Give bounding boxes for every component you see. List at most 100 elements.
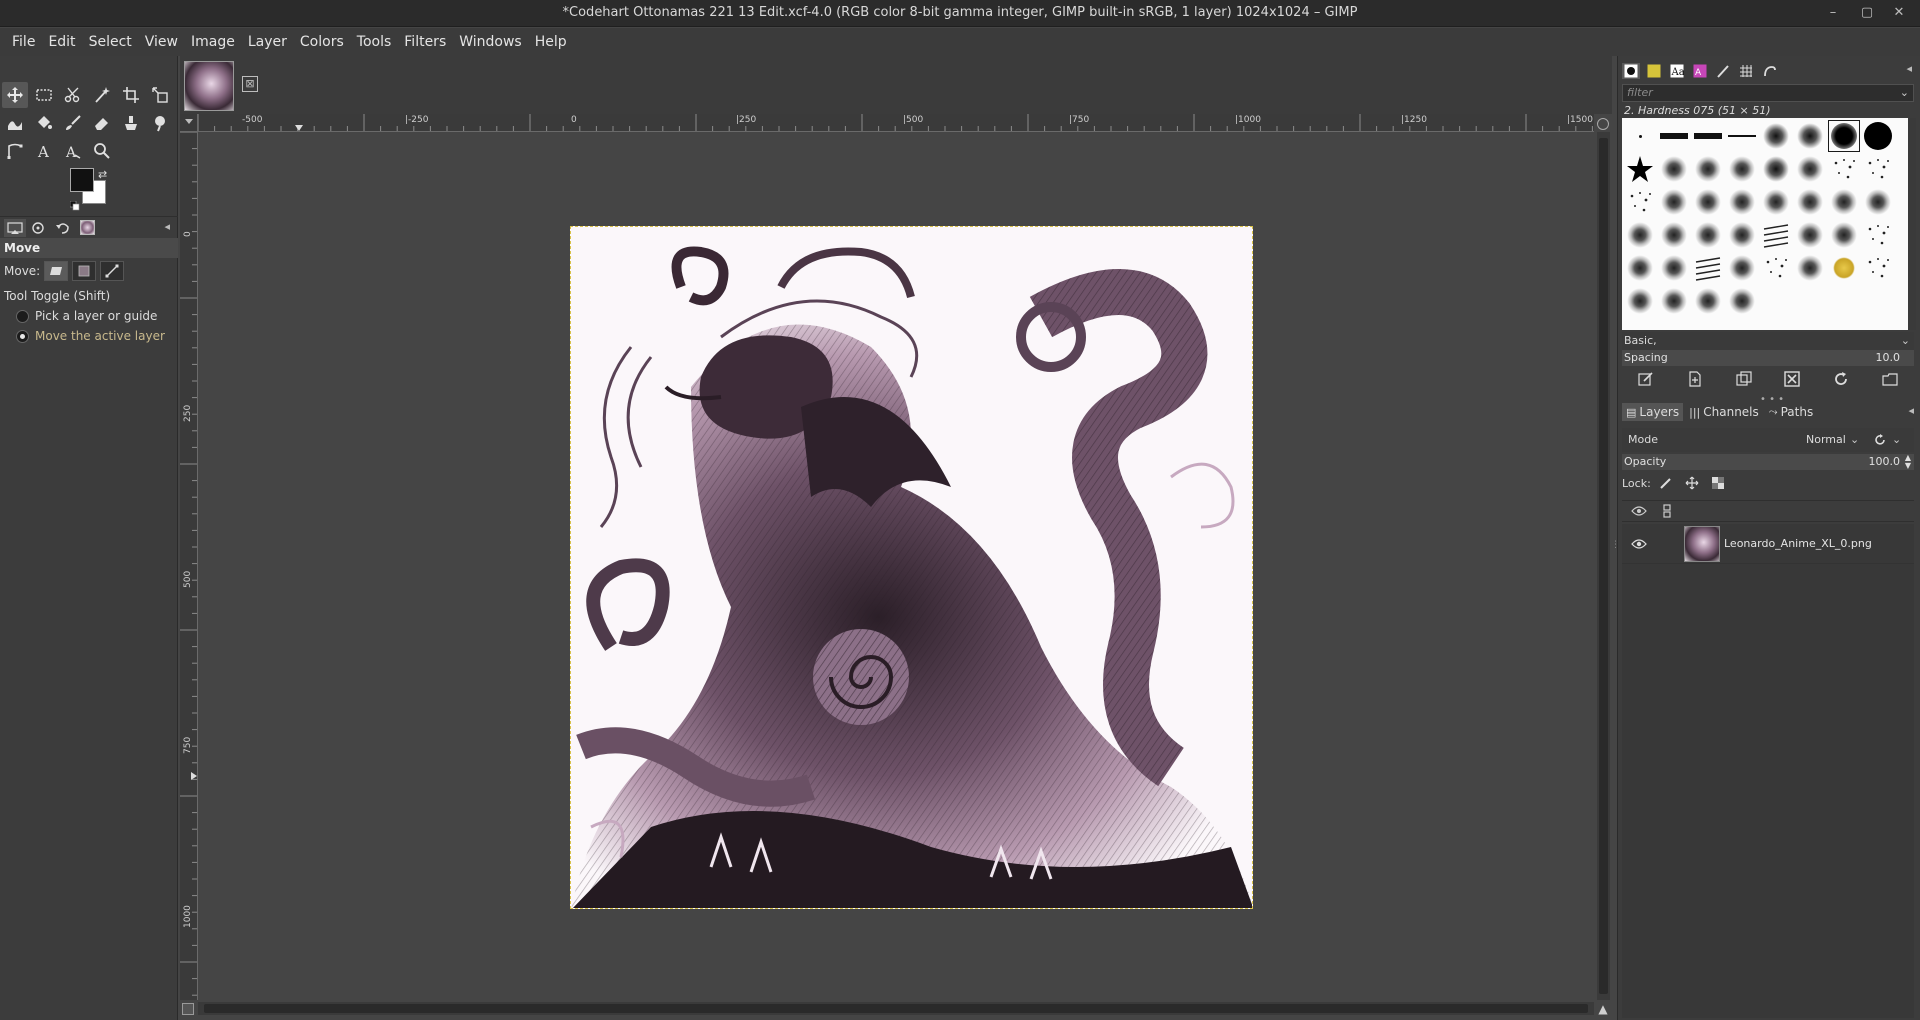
brush-item[interactable] [1760, 120, 1792, 152]
brush-item[interactable] [1726, 252, 1758, 284]
spacing-slider[interactable]: Spacing 10.0 [1622, 350, 1914, 366]
chevron-down-icon[interactable]: ⌄ [1901, 332, 1910, 350]
move-layer-icon[interactable] [44, 261, 69, 281]
reset-colors-icon[interactable] [69, 196, 80, 211]
zoom-image-icon[interactable] [1597, 118, 1609, 130]
scissors-icon[interactable] [60, 82, 86, 108]
close-window-button[interactable]: ✕ [1888, 4, 1910, 22]
brush-filter-input[interactable]: filter ⌄ [1622, 84, 1914, 102]
brush-item[interactable] [1828, 153, 1860, 185]
brush-item[interactable] [1692, 285, 1724, 317]
crop-icon[interactable] [118, 82, 144, 108]
menu-help[interactable]: Help [529, 30, 573, 54]
chain-header-icon[interactable] [1656, 502, 1678, 520]
vertical-ruler[interactable]: 0 250 500 750 1000 [180, 132, 198, 1000]
quick-mask-toggle[interactable] [182, 1003, 194, 1015]
brush-item[interactable] [1862, 153, 1894, 185]
move-tool-icon[interactable] [2, 82, 28, 108]
brush-item[interactable] [1658, 219, 1690, 251]
brush-item[interactable] [1760, 252, 1792, 284]
image-canvas[interactable] [570, 226, 1253, 909]
close-image-icon[interactable]: ⊠ [242, 76, 258, 92]
move-selection-icon[interactable] [72, 261, 97, 281]
fonts-tab-icon[interactable]: Aa [1668, 63, 1686, 79]
tool-options-tab-icon[interactable] [4, 218, 26, 237]
patterns-tab-icon[interactable] [1645, 63, 1663, 79]
smudge-icon[interactable] [147, 110, 173, 136]
minimize-button[interactable]: – [1822, 4, 1844, 22]
transform-icon[interactable] [147, 82, 173, 108]
open-brush-as-image-icon[interactable] [1880, 370, 1900, 388]
brush-item[interactable] [1658, 252, 1690, 284]
brush-item[interactable] [1828, 252, 1860, 284]
tool-presets-tab-icon[interactable] [1760, 63, 1778, 79]
brush-item[interactable] [1726, 285, 1758, 317]
right-dock-resize-handle[interactable]: ⋮ [1611, 540, 1620, 562]
brush-item[interactable] [1726, 186, 1758, 218]
menu-colors[interactable]: Colors [294, 30, 350, 54]
paths-icon[interactable] [2, 138, 28, 164]
layer-row[interactable]: Leonardo_Anime_XL_0.png [1622, 524, 1914, 564]
brush-item[interactable] [1658, 285, 1690, 317]
move-path-icon[interactable] [100, 261, 125, 281]
text-icon[interactable]: A [31, 138, 57, 164]
brush-item[interactable] [1794, 186, 1826, 218]
brush-item[interactable] [1658, 153, 1690, 185]
bucket-fill-icon[interactable] [31, 110, 57, 136]
vertical-scrollbar[interactable] [1597, 132, 1610, 1000]
brush-item[interactable] [1692, 219, 1724, 251]
brush-item[interactable] [1692, 120, 1724, 152]
gradients-tab-icon[interactable]: A [1691, 63, 1709, 79]
zoom-icon[interactable] [89, 138, 115, 164]
swap-colors-icon[interactable]: ⇄ [98, 168, 107, 181]
layer-thumbnail[interactable] [1684, 525, 1720, 562]
brushes-tab-icon[interactable] [1622, 63, 1640, 79]
menu-windows[interactable]: Windows [453, 30, 528, 54]
lock-position-icon[interactable] [1681, 474, 1703, 492]
menu-image[interactable]: Image [185, 30, 241, 54]
horizontal-ruler[interactable]: -500 |-250 0 |250 |500 |750 |1000 |1250 … [198, 114, 1594, 132]
configure-tab-icon[interactable]: ◂ [164, 220, 170, 233]
menu-tools[interactable]: Tools [351, 30, 398, 54]
delete-brush-icon[interactable] [1782, 370, 1802, 388]
brush-item[interactable] [1794, 252, 1826, 284]
brush-item[interactable] [1624, 285, 1656, 317]
maximize-button[interactable]: ▢ [1856, 4, 1878, 22]
layer-visibility-eye-icon[interactable] [1628, 535, 1650, 553]
ruler-corner[interactable] [180, 114, 198, 132]
brush-item[interactable] [1624, 252, 1656, 284]
images-tab-icon[interactable] [76, 219, 98, 237]
menu-select[interactable]: Select [83, 30, 138, 54]
brush-item[interactable] [1692, 153, 1724, 185]
lock-alpha-icon[interactable] [1707, 474, 1729, 492]
pick-layer-radio[interactable] [16, 309, 29, 323]
new-brush-icon[interactable] [1685, 370, 1705, 388]
brush-item[interactable] [1862, 219, 1894, 251]
brush-item[interactable] [1624, 120, 1656, 152]
horizontal-scroll-thumb[interactable] [204, 1004, 1588, 1013]
foreground-color-swatch[interactable] [70, 168, 94, 192]
brush-item[interactable] [1794, 153, 1826, 185]
brush-item[interactable] [1760, 153, 1792, 185]
fuzzy-select-icon[interactable] [89, 82, 115, 108]
eraser-icon[interactable] [89, 110, 115, 136]
vertical-scroll-thumb[interactable] [1599, 138, 1608, 994]
brush-item[interactable] [1624, 153, 1656, 185]
brush-grid-scrollbar[interactable] [1908, 118, 1916, 330]
image-canvas-area[interactable] [199, 133, 1594, 1000]
brush-item[interactable] [1828, 186, 1860, 218]
brush-item[interactable] [1658, 120, 1690, 152]
horizontal-scrollbar[interactable] [198, 1002, 1594, 1015]
undo-history-tab-icon[interactable] [52, 219, 74, 237]
brush-item[interactable] [1624, 219, 1656, 251]
brush-item[interactable] [1862, 120, 1894, 152]
menu-view[interactable]: View [139, 30, 184, 54]
paint-dynamics-tab-icon[interactable] [1714, 63, 1732, 79]
brush-item[interactable] [1828, 120, 1860, 152]
menu-layer[interactable]: Layer [242, 30, 293, 54]
opacity-spin-icon[interactable]: ▲ ▼ [1905, 454, 1911, 470]
menu-filters[interactable]: Filters [398, 30, 452, 54]
layers-list[interactable] [1622, 524, 1914, 1018]
tab-paths[interactable]: ⤳ Paths [1765, 403, 1817, 421]
brush-item[interactable] [1692, 186, 1724, 218]
